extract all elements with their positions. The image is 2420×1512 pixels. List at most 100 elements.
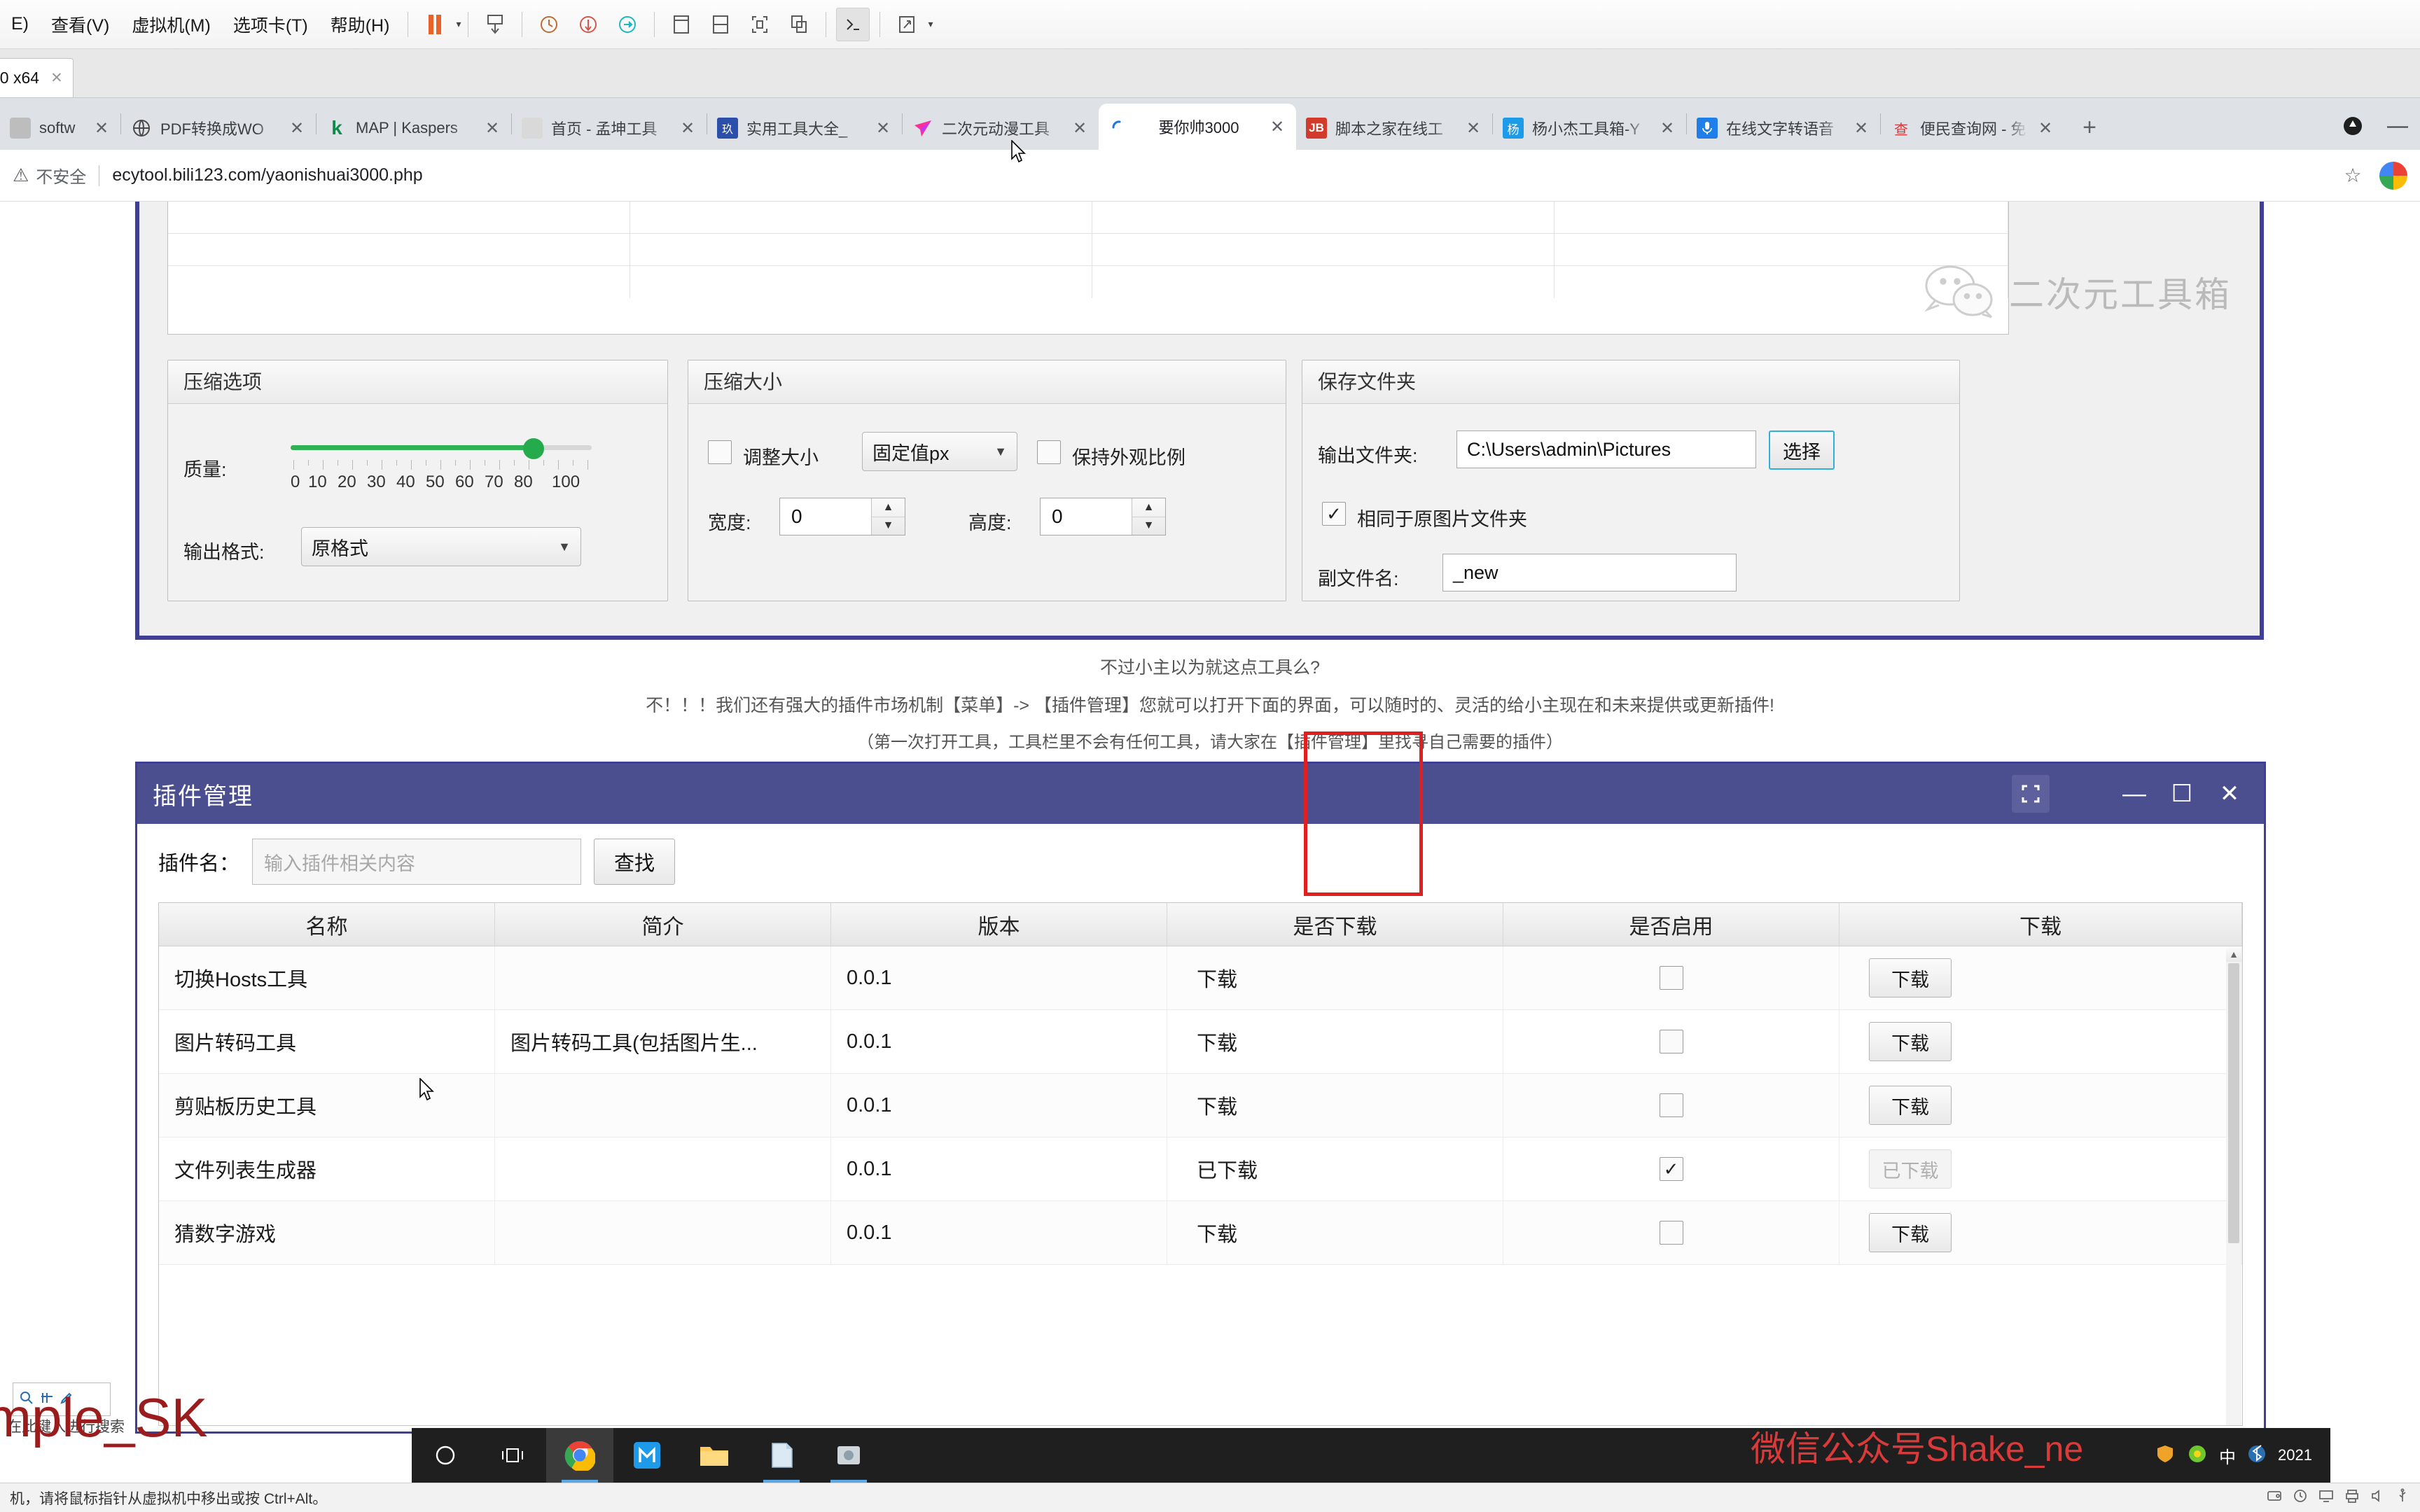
stepper-down-icon[interactable]: ▼ — [1132, 517, 1165, 536]
choose-folder-button[interactable]: 选择 — [1769, 430, 1835, 470]
stepper-down-icon[interactable]: ▼ — [872, 517, 905, 536]
two-pane-icon[interactable] — [704, 8, 737, 41]
taskbar-clock[interactable]: 2021 — [2278, 1446, 2312, 1464]
stepper-up-icon[interactable]: ▲ — [872, 498, 905, 517]
browser-tab-4[interactable]: 玖 实用工具大全_ ✕ — [707, 106, 902, 150]
chrome-icon[interactable] — [546, 1428, 613, 1483]
revert-snapshot-icon[interactable] — [571, 8, 605, 41]
close-icon[interactable]: ✕ — [1068, 116, 1092, 140]
column-header-version[interactable]: 版本 — [831, 903, 1167, 946]
close-icon[interactable]: ✕ — [2211, 775, 2248, 813]
clock-icon[interactable] — [2293, 1488, 2308, 1508]
close-icon[interactable]: ✕ — [1461, 116, 1485, 140]
column-header-name[interactable]: 名称 — [159, 903, 495, 946]
scroll-up-icon[interactable]: ▲ — [2226, 946, 2241, 962]
download-button[interactable]: 下载 — [1869, 1086, 1952, 1125]
menu-item-tabs[interactable]: 选项卡(T) — [222, 0, 319, 48]
output-folder-input[interactable]: C:\Users\admin\Pictures — [1456, 430, 1756, 468]
download-button[interactable]: 下载 — [1869, 1213, 1952, 1252]
fullscreen-caret-icon[interactable]: ▾ — [928, 18, 933, 30]
close-icon[interactable]: ✕ — [50, 69, 63, 87]
table-row[interactable]: 猜数字游戏 0.0.1 下载 下载 — [159, 1201, 2242, 1265]
column-header-description[interactable]: 简介 — [495, 903, 831, 946]
address-bar[interactable]: ⚠ 不安全 ecytool.bili123.com/yaonishuai3000… — [13, 158, 2336, 194]
disk-icon[interactable] — [2266, 1488, 2283, 1508]
pause-icon[interactable] — [418, 8, 452, 41]
menu-item-view[interactable]: 查看(V) — [40, 0, 120, 48]
close-icon[interactable]: ✕ — [676, 116, 700, 140]
width-value[interactable]: 0 — [780, 498, 871, 535]
close-icon[interactable]: ✕ — [1265, 115, 1289, 139]
minimize-icon[interactable]: — — [2115, 775, 2153, 813]
download-button[interactable]: 下载 — [1869, 1022, 1952, 1061]
close-icon[interactable]: ✕ — [1849, 116, 1873, 140]
table-row[interactable]: 剪贴板历史工具 0.0.1 下载 下载 — [159, 1074, 2242, 1138]
resize-checkbox[interactable] — [708, 440, 732, 464]
table-row[interactable]: 图片转码工具 图片转码工具(包括图片生... 0.0.1 下载 下载 — [159, 1010, 2242, 1074]
printer-icon[interactable] — [2344, 1488, 2360, 1508]
close-icon[interactable]: ✕ — [2033, 116, 2057, 140]
snapshot-restore-icon[interactable] — [611, 8, 644, 41]
bookmark-star-icon[interactable]: ☆ — [2336, 159, 2370, 192]
same-folder-checkbox[interactable]: ✓ — [1322, 502, 1346, 526]
usb-icon[interactable] — [2395, 1488, 2410, 1508]
browser-tab-1[interactable]: PDF转换成WO ✕ — [121, 106, 316, 150]
minimize-icon[interactable]: — — [2375, 106, 2420, 146]
fit-guest-icon[interactable] — [743, 8, 777, 41]
menu-item-vm[interactable]: 虚拟机(M) — [120, 0, 221, 48]
one-pane-icon[interactable] — [665, 8, 698, 41]
scrollbar-thumb[interactable] — [2228, 963, 2239, 1243]
column-header-enabled[interactable]: 是否启用 — [1503, 903, 1840, 946]
security-indicator[interactable]: ⚠ 不安全 — [13, 163, 86, 188]
stepper-up-icon[interactable]: ▲ — [1132, 498, 1165, 517]
notepad-icon[interactable] — [748, 1428, 815, 1483]
enabled-checkbox[interactable] — [1659, 1030, 1683, 1054]
slider-knob[interactable] — [523, 438, 544, 459]
plugin-search-input[interactable]: 输入插件相关内容 — [252, 839, 582, 885]
column-header-download[interactable]: 下载 — [1840, 903, 2242, 946]
unity-mode-icon[interactable] — [782, 8, 816, 41]
snapshot-manager-icon[interactable] — [532, 8, 566, 41]
close-icon[interactable]: ✕ — [285, 116, 309, 140]
quality-slider[interactable] — [291, 435, 592, 470]
fullscreen-icon[interactable] — [2012, 775, 2050, 813]
browser-tab-3[interactable]: 首页 - 孟坤工具 ✕ — [512, 106, 707, 150]
browser-tab-0[interactable]: softw ✕ — [0, 106, 120, 150]
browser-tab-10[interactable]: 查 便民查询网 - 免 ✕ — [1881, 106, 2064, 150]
enabled-checkbox[interactable] — [1659, 1221, 1683, 1245]
browser-tab-5[interactable]: 二次元动漫工具 ✕ — [903, 106, 1099, 150]
keep-ratio-checkbox[interactable] — [1037, 440, 1061, 464]
find-button[interactable]: 查找 — [594, 839, 676, 885]
browser-tab-9[interactable]: 在线文字转语音 ✕ — [1687, 106, 1880, 150]
browser-tab-active[interactable]: 要你帅3000 ✕ — [1099, 104, 1296, 150]
close-icon[interactable]: ✕ — [871, 116, 895, 140]
console-icon[interactable] — [836, 7, 870, 41]
enabled-checkbox[interactable] — [1659, 966, 1683, 990]
new-tab-button[interactable]: + — [2070, 108, 2109, 147]
table-row[interactable]: 切换Hosts工具 0.0.1 下载 下载 — [159, 946, 2242, 1010]
suffix-input[interactable]: _new — [1442, 554, 1737, 592]
height-value[interactable]: 0 — [1041, 498, 1132, 535]
output-format-select[interactable]: 原格式 ▼ — [301, 527, 581, 566]
close-icon[interactable]: ✕ — [90, 116, 113, 140]
fullscreen-icon[interactable] — [890, 8, 924, 41]
maximize-icon[interactable]: ☐ — [2163, 775, 2201, 813]
table-row[interactable]: 文件列表生成器 0.0.1 已下载 ✓ 已下载 — [159, 1138, 2242, 1201]
close-icon[interactable]: ✕ — [1655, 116, 1679, 140]
folder-icon[interactable] — [681, 1428, 748, 1483]
pause-dropdown-caret-icon[interactable]: ▾ — [456, 18, 461, 30]
column-header-downloaded[interactable]: 是否下载 — [1167, 903, 1503, 946]
cortana-circle-icon[interactable] — [412, 1428, 479, 1483]
menu-item-help[interactable]: 帮助(H) — [319, 0, 401, 48]
vm-tab-win10x64[interactable]: 10 x64 ✕ — [0, 58, 74, 97]
browser-tab-8[interactable]: 杨 杨小杰工具箱-Y ✕ — [1493, 106, 1686, 150]
sound-icon[interactable] — [2370, 1488, 2385, 1508]
resize-mode-select[interactable]: 固定值px ▼ — [862, 432, 1017, 471]
table-scrollbar[interactable]: ▲ — [2226, 946, 2241, 1425]
width-stepper[interactable]: 0 ▲ ▼ — [779, 498, 905, 536]
menu-item-file[interactable]: E) — [0, 0, 40, 48]
ime-indicator[interactable]: 中 — [2219, 1443, 2236, 1468]
task-view-icon[interactable] — [479, 1428, 546, 1483]
tool-icon[interactable] — [815, 1428, 882, 1483]
enabled-checkbox[interactable] — [1659, 1093, 1683, 1117]
